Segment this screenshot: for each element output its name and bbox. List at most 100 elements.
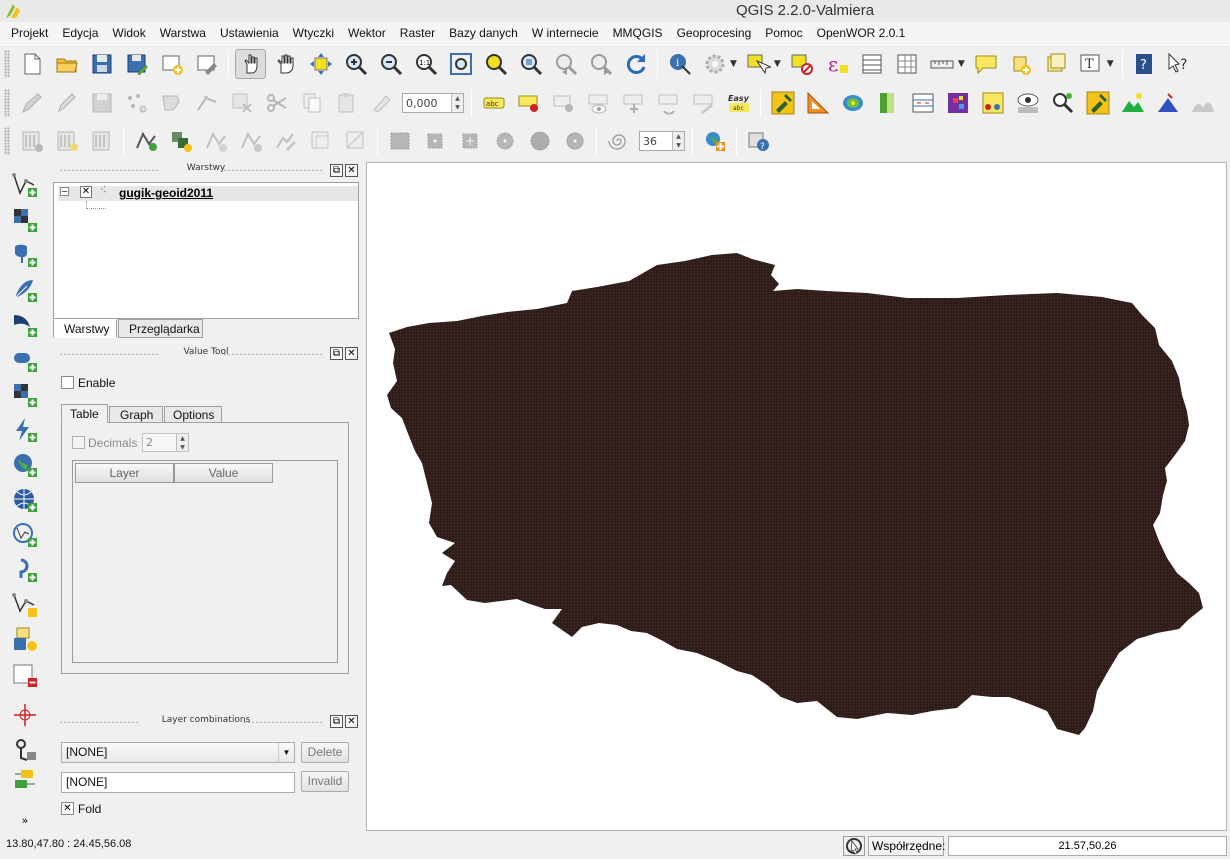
zoom-last-button[interactable] xyxy=(550,49,581,79)
refresh-button[interactable] xyxy=(620,49,651,79)
plugin-viewshed-button[interactable] xyxy=(1012,88,1043,118)
menu-openwor[interactable]: OpenWOR 2.0.1 xyxy=(810,26,913,40)
plugin-terrain-button[interactable] xyxy=(1117,88,1148,118)
add-postgis-layer-button[interactable] xyxy=(9,240,41,270)
tab-przegladarka[interactable]: Przeglądarka xyxy=(118,319,203,338)
delete-ring-button[interactable] xyxy=(200,126,231,156)
draw-circle-points-button[interactable] xyxy=(559,126,590,156)
add-wcs-layer-button[interactable] xyxy=(9,450,41,480)
plugin-set-square-button[interactable] xyxy=(802,88,833,118)
menu-widok[interactable]: Widok xyxy=(105,26,152,40)
zoom-in-button[interactable] xyxy=(340,49,371,79)
toggle-extents-button[interactable] xyxy=(843,836,865,856)
new-print-composer-button[interactable] xyxy=(156,49,187,79)
menu-pomoc[interactable]: Pomoc xyxy=(758,26,809,40)
field-calculator-button[interactable] xyxy=(892,49,923,79)
add-raster-layer-button[interactable] xyxy=(9,205,41,235)
zoom-native-button[interactable]: 1:1 xyxy=(410,49,441,79)
delete-button[interactable]: Delete xyxy=(301,742,349,763)
split-features-button[interactable] xyxy=(340,126,371,156)
add-ring-button[interactable] xyxy=(130,126,161,156)
chevron-down-icon[interactable]: ▼ xyxy=(278,743,294,762)
add-feature-form-button[interactable] xyxy=(699,126,730,156)
add-spatialite-layer-button[interactable] xyxy=(9,275,41,305)
toggle-editing-button[interactable] xyxy=(51,88,82,118)
coordinate-field[interactable]: 21.57,50.26 xyxy=(948,836,1227,856)
tab-warstwy[interactable]: Warstwy xyxy=(53,319,117,338)
menu-wtyczki[interactable]: Wtyczki xyxy=(286,26,341,40)
adv-tool-1-button[interactable] xyxy=(16,126,47,156)
help-contents-button[interactable]: ? xyxy=(1129,49,1160,79)
layer-labeling-button[interactable]: abc xyxy=(478,88,509,118)
chevron-down-icon[interactable]: ▼ xyxy=(774,59,781,69)
select-features-button[interactable] xyxy=(743,49,774,79)
map-tips-button[interactable] xyxy=(971,49,1002,79)
add-wfs-layer-button[interactable] xyxy=(9,485,41,515)
plugin-grid-button[interactable] xyxy=(942,88,973,118)
reshape-button[interactable] xyxy=(270,126,301,156)
new-project-button[interactable] xyxy=(16,49,47,79)
touch-pan-button[interactable] xyxy=(235,48,266,79)
segments-settings-button[interactable] xyxy=(603,126,634,156)
rotation-spinbox[interactable]: 0,000 ▲ ▼ xyxy=(402,93,464,113)
invalid-button[interactable]: Invalid xyxy=(301,771,349,792)
node-tool-button[interactable] xyxy=(191,88,222,118)
add-feature-button[interactable] xyxy=(121,88,152,118)
add-oracle-layer-button[interactable] xyxy=(9,345,41,375)
pan-map-button[interactable] xyxy=(270,49,301,79)
column-header-layer[interactable]: Layer xyxy=(75,463,174,483)
delete-selected-button[interactable] xyxy=(226,88,257,118)
move-feature-button[interactable] xyxy=(156,88,187,118)
remove-layer-button[interactable] xyxy=(9,660,41,690)
draw-rectangle-button[interactable] xyxy=(384,126,415,156)
expression-select-button[interactable]: ε xyxy=(822,49,853,79)
plugin-hammer2-button[interactable] xyxy=(1082,88,1113,118)
draw-ellipse-button[interactable] xyxy=(524,126,555,156)
zoom-to-layer-button[interactable] xyxy=(515,49,546,79)
offset-curve-button[interactable] xyxy=(305,126,336,156)
open-project-button[interactable] xyxy=(51,49,82,79)
highlight-pinned-button[interactable] xyxy=(548,88,579,118)
pan-to-selection-button[interactable] xyxy=(305,49,336,79)
zoom-next-button[interactable] xyxy=(585,49,616,79)
spin-arrows[interactable]: ▲ ▼ xyxy=(672,132,684,150)
chevron-down-icon[interactable]: ▼ xyxy=(958,59,965,69)
save-layer-edits-button[interactable] xyxy=(86,88,117,118)
plugin-search-point-button[interactable] xyxy=(1047,88,1078,118)
cut-features-button[interactable] xyxy=(261,88,292,118)
adv-tool-3-button[interactable] xyxy=(86,126,117,156)
easy-custom-labeling-button[interactable]: Easy abc xyxy=(723,88,754,118)
identify-features-button[interactable]: i xyxy=(664,49,695,79)
combination-name-input[interactable]: [NONE] xyxy=(61,772,295,793)
add-gps-layer-button[interactable] xyxy=(9,555,41,585)
values-table[interactable]: Layer Value xyxy=(72,460,338,663)
rotate-label-button[interactable] xyxy=(366,88,397,118)
georeferencer-button[interactable] xyxy=(9,765,41,795)
text-annotation-button[interactable]: T xyxy=(1076,49,1107,79)
tab-options[interactable]: Options xyxy=(164,406,222,423)
copy-features-button[interactable] xyxy=(296,88,327,118)
toolbar-grip[interactable] xyxy=(4,89,10,117)
tab-table[interactable]: Table xyxy=(61,404,108,423)
save-project-button[interactable] xyxy=(86,49,117,79)
add-vector-layer-button[interactable] xyxy=(9,170,41,200)
layers-tree[interactable]: − ✕ ⠪ gugik-geoid2011 xyxy=(53,182,359,319)
attribute-table-button[interactable] xyxy=(857,49,888,79)
toolbar-grip[interactable] xyxy=(4,49,10,78)
add-wms-layer-button[interactable] xyxy=(9,380,41,410)
menu-geoprocesing[interactable]: Geoprocesing xyxy=(670,26,759,40)
menu-ustawienia[interactable]: Ustawienia xyxy=(213,26,286,40)
fold-checkbox[interactable]: ✕ xyxy=(61,802,74,815)
plugin-hammer-button[interactable] xyxy=(767,88,798,118)
move-label-button[interactable] xyxy=(618,88,649,118)
whats-this-button[interactable]: ? xyxy=(1164,49,1195,79)
change-label-button[interactable] xyxy=(688,88,719,118)
rotate-label-tool-button[interactable] xyxy=(653,88,684,118)
plugin-hills-button[interactable] xyxy=(1187,88,1218,118)
menu-edycja[interactable]: Edycja xyxy=(55,26,105,40)
toolbar-grip[interactable] xyxy=(4,127,10,155)
collapse-icon[interactable]: − xyxy=(60,187,69,196)
plugin-raster-calc-button[interactable] xyxy=(907,88,938,118)
deselect-features-button[interactable] xyxy=(787,49,818,79)
layer-row[interactable]: − ✕ ⠪ gugik-geoid2011 xyxy=(58,186,358,201)
